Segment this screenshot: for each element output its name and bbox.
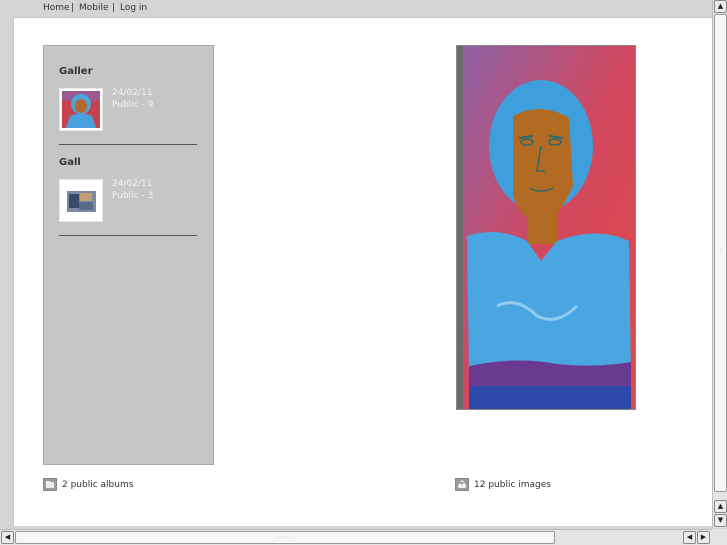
scroll-up-button[interactable]: ▲ — [714, 0, 727, 13]
album-title[interactable]: Galler — [59, 66, 199, 80]
horizontal-scrollbar[interactable]: ◀ ⋯⋯ ◀ ▶ — [0, 529, 712, 545]
page-content: Galler 24/02/11 Public - 9 Gall 24/02/11… — [13, 17, 712, 526]
scroll-grip-icon: ⋯⋯ — [278, 534, 290, 541]
scroll-right-button[interactable]: ▶ — [697, 531, 710, 544]
nav-home-link[interactable]: Home — [43, 3, 70, 13]
nav-separator: | — [71, 3, 75, 13]
vertical-scroll-thumb[interactable]: ⋮⋮ — [714, 14, 727, 492]
nav-separator: | — [112, 3, 116, 13]
public-albums-count: 2 public albums — [62, 480, 134, 490]
album-thumbnail[interactable] — [59, 179, 103, 222]
scroll-grip-icon: ⋮⋮ — [718, 247, 727, 254]
nav-mobile-link[interactable]: Mobile — [79, 3, 109, 13]
album-divider — [59, 235, 197, 236]
album-divider — [59, 144, 197, 145]
album-thumbnail-image — [62, 182, 100, 219]
album-date: 24/02/11 — [112, 179, 153, 189]
featured-image[interactable] — [456, 45, 636, 410]
album-thumbnail-image — [62, 91, 100, 128]
album-count: Public - 9 — [112, 100, 154, 110]
scroll-up-button[interactable]: ▲ — [714, 500, 727, 513]
album-title[interactable]: Gall — [59, 157, 199, 171]
album-list-panel: Galler 24/02/11 Public - 9 Gall 24/02/11… — [43, 45, 214, 465]
album-thumbnail[interactable] — [59, 88, 103, 131]
public-images-count: 12 public images — [474, 480, 551, 490]
photo-upload-icon — [455, 478, 469, 491]
scroll-left-button[interactable]: ◀ — [683, 531, 696, 544]
album-item: Gall 24/02/11 Public - 3 — [59, 157, 199, 236]
top-nav: Home | Mobile | Log in — [0, 0, 712, 17]
folder-icon — [43, 478, 57, 491]
album-item: Galler 24/02/11 Public - 9 — [59, 66, 199, 145]
album-date: 24/02/11 — [112, 88, 153, 98]
album-count: Public - 3 — [112, 191, 154, 201]
scroll-left-button[interactable]: ◀ — [1, 531, 14, 544]
portrait-painting — [457, 46, 635, 409]
vertical-scrollbar[interactable]: ▲ ⋮⋮ ▲ ▼ — [712, 0, 727, 528]
horizontal-scroll-thumb[interactable]: ⋯⋯ — [15, 531, 555, 544]
nav-login-link[interactable]: Log in — [120, 3, 147, 13]
scroll-down-button[interactable]: ▼ — [714, 514, 727, 527]
scrollbar-corner — [712, 529, 727, 545]
